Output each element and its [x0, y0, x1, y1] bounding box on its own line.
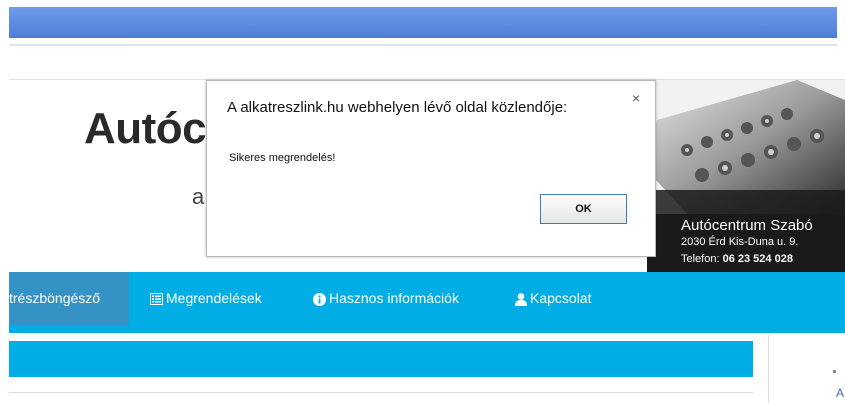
- sidebar-divider: [768, 335, 769, 403]
- banner-company-name: Autócentrum Szabó: [681, 217, 813, 234]
- ok-button[interactable]: OK: [540, 194, 627, 224]
- list-icon: [150, 293, 163, 306]
- close-icon[interactable]: ×: [632, 90, 640, 106]
- nav-item-parts-browser[interactable]: trészböngésző: [9, 272, 129, 325]
- content-divider: [9, 392, 753, 393]
- nav-item-label: Kapcsolat: [530, 290, 592, 306]
- nav-item-contact[interactable]: Kapcsolat: [515, 272, 591, 325]
- browser-toolbar-divider: [9, 44, 837, 46]
- main-navbar: trészböngésző Megrendelések Hasznos info…: [9, 272, 845, 333]
- alert-dialog: A alkatreszlink.hu webhelyen lévő oldal …: [206, 80, 656, 257]
- sidebar-bullet: [833, 370, 836, 373]
- browser-title-bar: [9, 7, 837, 38]
- info-icon: [313, 292, 326, 306]
- nav-item-label: Hasznos információk: [329, 290, 459, 306]
- engine-image: [647, 80, 845, 214]
- sidebar-link-partial[interactable]: A: [836, 386, 844, 400]
- nav-item-label: Megrendelések: [166, 290, 262, 306]
- banner-phone: Telefon: 06 23 524 028: [681, 253, 793, 265]
- banner-phone-label: Telefon:: [681, 253, 723, 265]
- content-header-bar: [9, 341, 753, 377]
- user-icon: [515, 292, 527, 306]
- dialog-message: Sikeres megrendelés!: [229, 152, 336, 164]
- banner-address: 2030 Érd Kis-Duna u. 9.: [681, 236, 799, 248]
- banner-phone-number: 06 23 524 028: [722, 253, 793, 265]
- site-subtitle: a: [192, 184, 205, 209]
- site-title: Autóc: [84, 104, 207, 153]
- nav-item-label: trészböngésző: [9, 290, 101, 306]
- nav-item-useful-info[interactable]: Hasznos információk: [313, 272, 459, 325]
- header-banner: Autócentrum Szabó 2030 Érd Kis-Duna u. 9…: [647, 80, 845, 272]
- dialog-title: A alkatreszlink.hu webhelyen lévő oldal …: [227, 99, 568, 116]
- nav-item-orders[interactable]: Megrendelések: [150, 272, 262, 325]
